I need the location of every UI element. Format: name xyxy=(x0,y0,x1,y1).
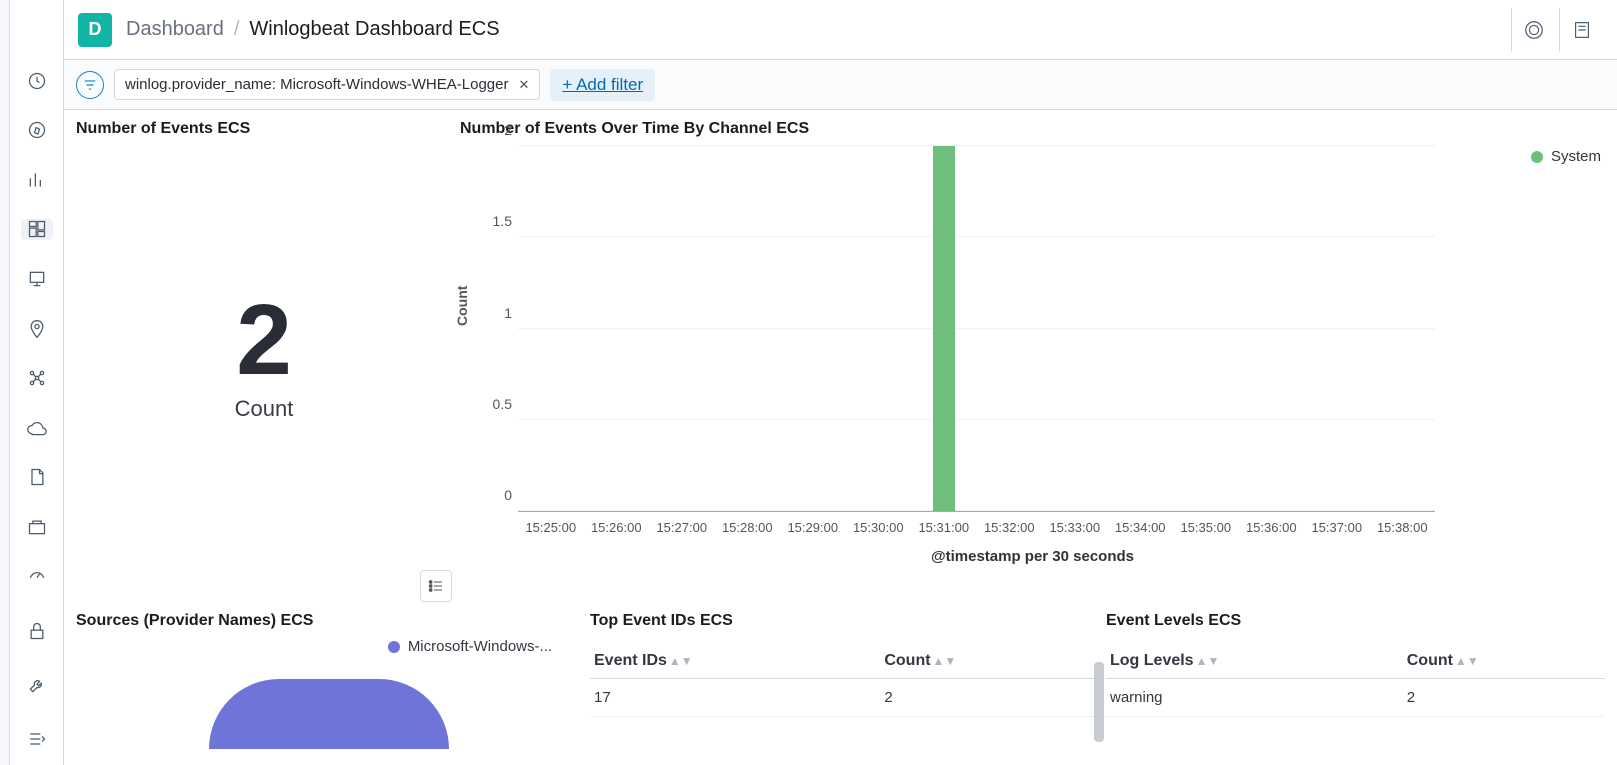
event-levels-table: Log Levels▲▼ Count▲▼ warning2 xyxy=(1106,644,1605,717)
cell-count: 2 xyxy=(1403,679,1605,717)
panel-title: Top Event IDs ECS xyxy=(590,612,1098,630)
x-tick: 15:33:00 xyxy=(1049,520,1100,535)
nav-dashboard-icon[interactable] xyxy=(21,219,53,241)
x-tick: 15:29:00 xyxy=(787,520,838,535)
col-event-ids[interactable]: Event IDs▲▼ xyxy=(590,644,880,679)
toggle-legend-icon[interactable] xyxy=(420,570,452,602)
sort-icon: ▲▼ xyxy=(1455,654,1479,668)
x-tick: 15:32:00 xyxy=(984,520,1035,535)
table-row[interactable]: 172 xyxy=(590,679,1098,717)
nav-visualize-icon[interactable] xyxy=(21,169,53,191)
col-count[interactable]: Count▲▼ xyxy=(880,644,1098,679)
filter-pill[interactable]: winlog.provider_name: Microsoft-Windows-… xyxy=(114,69,540,100)
nav-dev-tools-icon[interactable] xyxy=(21,669,53,701)
nav-security-icon[interactable] xyxy=(21,615,53,647)
cell-log-level: warning xyxy=(1106,679,1403,717)
nav-maps-icon[interactable] xyxy=(21,318,53,340)
add-filter-button[interactable]: + Add filter xyxy=(550,69,655,101)
chart-bar[interactable] xyxy=(933,146,955,511)
nav-apm-icon[interactable] xyxy=(21,516,53,538)
panel-title: Number of Events Over Time By Channel EC… xyxy=(460,120,1605,138)
pie-chart[interactable] xyxy=(209,679,449,749)
filter-menu-icon[interactable] xyxy=(76,71,104,99)
breadcrumb: Dashboard / Winlogbeat Dashboard ECS xyxy=(126,18,500,41)
cell-event-id: 17 xyxy=(590,679,880,717)
event-ids-table: Event IDs▲▼ Count▲▼ 172 xyxy=(590,644,1098,717)
y-tick: 0.5 xyxy=(478,396,512,412)
panel-top-event-ids: Top Event IDs ECS Event IDs▲▼ Count▲▼ 17… xyxy=(586,612,1102,749)
metric-value: 2 xyxy=(236,290,292,390)
space-badge[interactable]: D xyxy=(78,13,112,47)
x-tick: 15:26:00 xyxy=(591,520,642,535)
header-help-icon[interactable] xyxy=(1511,8,1555,52)
sort-icon: ▲▼ xyxy=(933,654,957,668)
x-tick: 15:31:00 xyxy=(918,520,969,535)
legend-swatch-icon xyxy=(388,641,400,653)
window-edge-strip xyxy=(0,0,10,765)
app-sidebar xyxy=(10,0,64,765)
panel-title: Number of Events ECS xyxy=(76,120,452,138)
metric-label: Count xyxy=(235,396,294,422)
x-axis-label: @timestamp per 30 seconds xyxy=(460,548,1605,565)
x-tick: 15:27:00 xyxy=(656,520,707,535)
nav-ml-icon[interactable] xyxy=(21,367,53,389)
panel-event-levels: Event Levels ECS Log Levels▲▼ Count▲▼ wa… xyxy=(1102,612,1609,749)
nav-discover-icon[interactable] xyxy=(21,120,53,142)
x-tick: 15:34:00 xyxy=(1115,520,1166,535)
panel-events-over-time: Number of Events Over Time By Channel EC… xyxy=(456,120,1609,600)
nav-logs-icon[interactable] xyxy=(21,466,53,488)
y-tick: 1 xyxy=(478,305,512,321)
sources-legend[interactable]: Microsoft-Windows-... xyxy=(76,638,582,655)
x-tick: 15:35:00 xyxy=(1180,520,1231,535)
y-tick: 0 xyxy=(478,487,512,503)
nav-canvas-icon[interactable] xyxy=(21,268,53,290)
cell-count: 2 xyxy=(880,679,1098,717)
sort-icon: ▲▼ xyxy=(669,654,693,668)
panel-title: Event Levels ECS xyxy=(1106,612,1605,630)
table-row[interactable]: warning2 xyxy=(1106,679,1605,717)
dashboard-body: Number of Events ECS 2 Count Number of E… xyxy=(64,110,1617,765)
header-newsfeed-icon[interactable] xyxy=(1559,8,1603,52)
x-tick: 15:36:00 xyxy=(1246,520,1297,535)
x-tick: 15:38:00 xyxy=(1377,520,1428,535)
panel-number-of-events: Number of Events ECS 2 Count xyxy=(72,120,456,600)
nav-uptime-icon[interactable] xyxy=(21,565,53,587)
col-log-levels[interactable]: Log Levels▲▼ xyxy=(1106,644,1403,679)
panel-title: Sources (Provider Names) ECS xyxy=(76,612,582,630)
filter-bar: winlog.provider_name: Microsoft-Windows-… xyxy=(64,60,1617,110)
y-axis-label: Count xyxy=(454,286,470,326)
breadcrumb-current: Winlogbeat Dashboard ECS xyxy=(249,18,499,41)
legend-label: Microsoft-Windows-... xyxy=(408,638,552,655)
sort-icon: ▲▼ xyxy=(1196,654,1220,668)
y-tick: 1.5 xyxy=(478,213,512,229)
app-header: D Dashboard / Winlogbeat Dashboard ECS xyxy=(64,0,1617,60)
col-count[interactable]: Count▲▼ xyxy=(1403,644,1605,679)
breadcrumb-separator: / xyxy=(234,18,240,41)
filter-pill-text: winlog.provider_name: Microsoft-Windows-… xyxy=(125,76,508,93)
x-tick: 15:37:00 xyxy=(1311,520,1362,535)
nav-recent-icon[interactable] xyxy=(21,70,53,92)
breadcrumb-root[interactable]: Dashboard xyxy=(126,18,224,41)
y-tick: 2 xyxy=(478,122,512,138)
panel-sources: Sources (Provider Names) ECS Microsoft-W… xyxy=(72,612,586,749)
x-tick: 15:28:00 xyxy=(722,520,773,535)
bar-chart[interactable]: Count 00.511.52 15:25:0015:26:0015:27:00… xyxy=(460,146,1605,546)
nav-collapse-icon[interactable] xyxy=(21,723,53,755)
x-tick: 15:30:00 xyxy=(853,520,904,535)
x-tick: 15:25:00 xyxy=(525,520,576,535)
nav-infra-icon[interactable] xyxy=(21,417,53,439)
filter-pill-remove-icon[interactable]: ✕ xyxy=(518,77,529,93)
